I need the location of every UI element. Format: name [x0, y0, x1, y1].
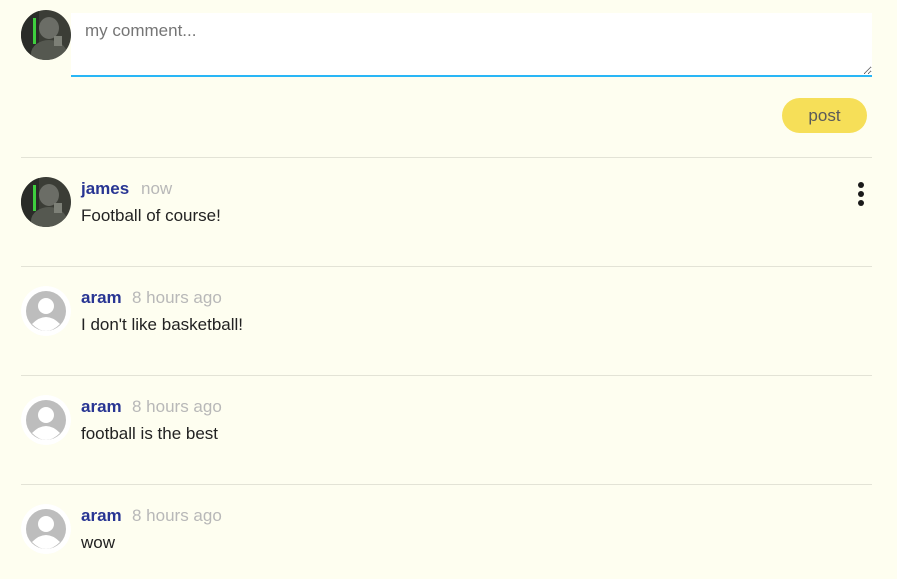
comment-author[interactable]: aram	[81, 506, 122, 526]
comment-text: wow	[81, 533, 116, 552]
comment-author[interactable]: aram	[81, 288, 122, 308]
comment-timestamp: 8 hours ago	[132, 506, 222, 525]
comment-author[interactable]: james	[81, 179, 129, 199]
default-avatar-icon	[21, 395, 71, 445]
comment-item: aram 8 hours ago I don't like basketball…	[21, 286, 872, 356]
comment-timestamp: now	[141, 179, 173, 198]
comments-page: post james now Football of course!	[0, 0, 897, 579]
comment-item: aram 8 hours ago wow	[21, 504, 872, 574]
comment-item: james now Football of course!	[21, 177, 872, 247]
user-photo-icon	[21, 177, 71, 227]
divider	[21, 484, 872, 485]
post-button[interactable]: post	[782, 98, 867, 133]
comment-text: I don't like basketball!	[81, 315, 244, 334]
comment-timestamp: 8 hours ago	[132, 288, 222, 307]
comment-input[interactable]	[71, 13, 872, 77]
comment-composer	[21, 10, 872, 80]
divider	[21, 375, 872, 376]
default-avatar-icon	[21, 504, 71, 554]
comment-text: football is the best	[81, 424, 219, 443]
more-vertical-icon[interactable]	[856, 182, 866, 210]
user-photo-icon	[21, 10, 71, 60]
comment-author[interactable]: aram	[81, 397, 122, 417]
post-row: post	[0, 98, 867, 134]
comment-timestamp: 8 hours ago	[132, 397, 222, 416]
divider	[21, 266, 872, 267]
divider	[21, 157, 872, 158]
comment-item: aram 8 hours ago football is the best	[21, 395, 872, 465]
comment-text: Football of course!	[81, 206, 221, 225]
default-avatar-icon	[21, 286, 71, 336]
